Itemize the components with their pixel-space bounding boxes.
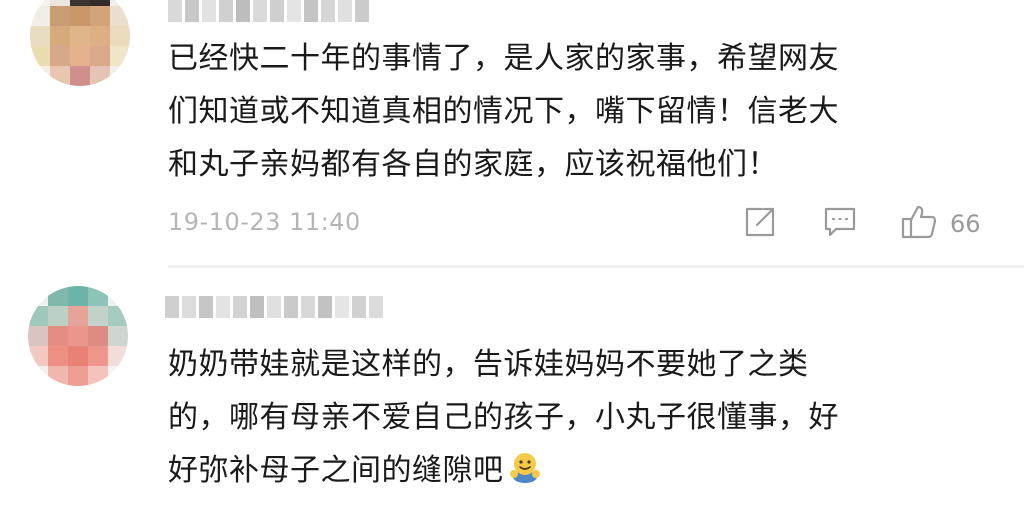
comment-actions: 19-10-23 11:40 66 bbox=[168, 204, 998, 244]
comment-text-line: 的，哪有母亲不爱自己的孩子，小丸子很懂事，好 bbox=[168, 400, 839, 435]
username[interactable] bbox=[165, 296, 385, 322]
blurred-avatar-image bbox=[28, 286, 128, 386]
timestamp: 19-10-23 11:40 bbox=[168, 208, 361, 236]
blurred-avatar-image bbox=[30, 0, 130, 86]
comment-text-line: 奶奶带娃就是这样的，告诉娃妈妈不要她了之类 bbox=[168, 347, 809, 382]
comment-text-segment: 好弥补母子之间的缝隙吧 bbox=[168, 453, 504, 488]
thumbs-up-icon bbox=[900, 203, 938, 245]
like-button[interactable]: 66 bbox=[900, 204, 981, 244]
avatar[interactable] bbox=[30, 0, 130, 86]
comment-text: 已经快二十年的事情了，是人家的家事，希望网友 们知道或不知道真相的情况下，嘴下留… bbox=[168, 32, 839, 191]
share-button[interactable] bbox=[742, 204, 778, 244]
avatar[interactable] bbox=[28, 286, 128, 386]
reply-button[interactable] bbox=[822, 204, 858, 244]
comment-text: 奶奶带娃就是这样的，告诉娃妈妈不要她了之类 的，哪有母亲不爱自己的孩子，小丸子很… bbox=[168, 338, 839, 497]
comment-text-line: 和丸子亲妈都有各自的家庭，应该祝福他们！ bbox=[168, 147, 778, 182]
comment-icon bbox=[822, 204, 858, 244]
share-icon bbox=[742, 204, 778, 244]
username[interactable] bbox=[168, 0, 373, 26]
comment-text-line: 已经快二十年的事情了，是人家的家事，希望网友 bbox=[168, 41, 839, 76]
comment-text-line: 们知道或不知道真相的情况下，嘴下留情！信老大 bbox=[168, 94, 839, 129]
comment-item: 已经快二十年的事情了，是人家的家事，希望网友 们知道或不知道真相的情况下，嘴下留… bbox=[0, 0, 1024, 265]
like-count: 66 bbox=[950, 210, 981, 238]
comment-text-line: 好弥补母子之间的缝隙吧 bbox=[168, 444, 839, 497]
hugging-face-emoji bbox=[508, 448, 542, 483]
comment-item: 奶奶带娃就是这样的，告诉娃妈妈不要她了之类 的，哪有母亲不爱自己的孩子，小丸子很… bbox=[0, 268, 1024, 518]
